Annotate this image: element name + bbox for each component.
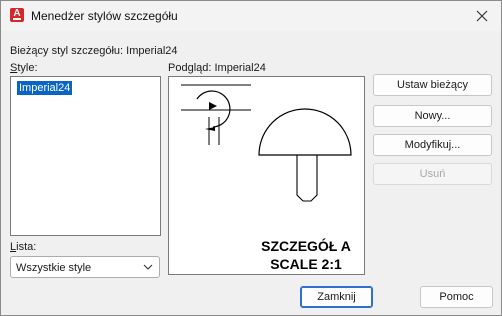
preview-label: Podgląd: Imperial24 [168, 62, 266, 74]
close-window-button[interactable] [471, 5, 493, 27]
set-current-button[interactable]: Ustaw bieżący [373, 74, 492, 96]
preview-pane: SZCZEGÓŁ A SCALE 2:1 [168, 76, 365, 275]
modify-button[interactable]: Modyfikuj... [373, 134, 492, 156]
window-title: Menedżer stylów szczegółu [31, 9, 178, 23]
chevron-down-icon [143, 264, 153, 270]
list-filter-dropdown[interactable]: Wszystkie style [10, 256, 160, 278]
close-icon [476, 10, 488, 22]
styles-label: Style: [10, 62, 38, 74]
autocad-app-icon: A [10, 8, 24, 22]
list-filter-value: Wszystkie style [16, 262, 92, 274]
delete-button[interactable]: Usuń [373, 163, 492, 185]
current-style-label: Bieżący styl szczegółu: Imperial24 [10, 45, 178, 57]
preview-caption-line2: SCALE 2:1 [270, 256, 342, 272]
new-button[interactable]: Nowy... [373, 105, 492, 127]
styles-label-text: tyle: [17, 62, 38, 74]
title-bar: A Menedżer stylów szczegółu [1, 1, 501, 31]
styles-list[interactable]: Imperial24 [10, 76, 161, 236]
help-button[interactable]: Pomoc [420, 286, 493, 308]
list-item[interactable]: Imperial24 [15, 80, 74, 96]
preview-caption-line1: SZCZEGÓŁ A [261, 237, 351, 254]
close-button[interactable]: Zamknij [300, 286, 373, 308]
detail-preview-drawing: SZCZEGÓŁ A SCALE 2:1 [181, 84, 352, 272]
dialog-window: A Menedżer stylów szczegółu Bieżący styl… [0, 0, 502, 316]
list-filter-label: Lista: [10, 241, 37, 253]
